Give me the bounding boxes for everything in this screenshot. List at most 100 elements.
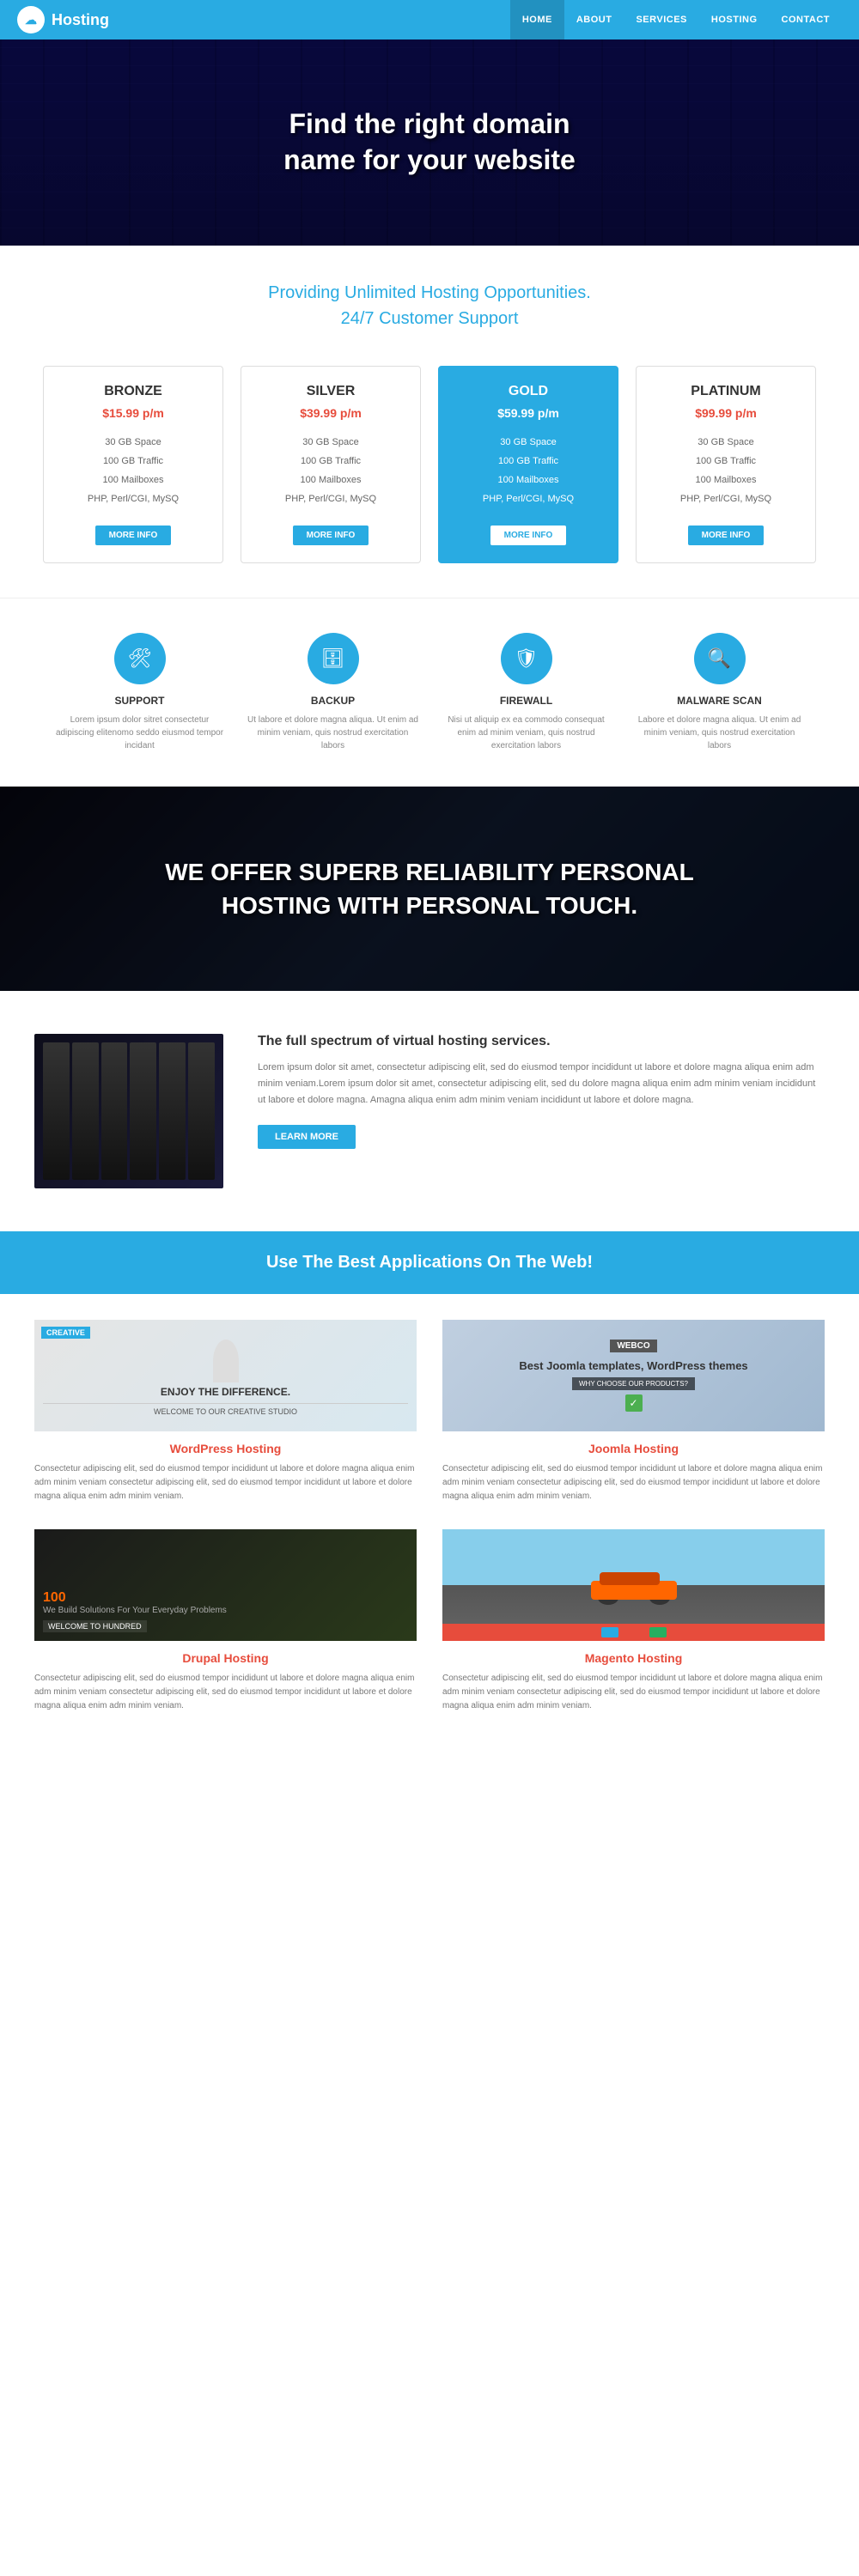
features-section: 🛠 SUPPORT Lorem ipsum dolor sitret conse… — [0, 598, 859, 787]
plan-name: SILVER — [254, 384, 407, 399]
checkmark-icon: ✓ — [625, 1394, 643, 1412]
app-magento: Magento Hosting Consectetur adipiscing e… — [442, 1529, 825, 1713]
app-wordpress: CREATIVE ENJOY THE DIFFERENCE. WELCOME T… — [34, 1320, 417, 1504]
plan-name: PLATINUM — [649, 384, 802, 399]
bar4 — [130, 1042, 156, 1180]
pricing-section: BRONZE $15.99 p/m 30 GB Space 100 GB Tra… — [0, 357, 859, 598]
drupal-thumbnail: 100 We Build Solutions For Your Everyday… — [34, 1529, 417, 1641]
hero-headline: Find the right domain name for your webs… — [283, 106, 576, 178]
feature-desc: Lorem ipsum dolor sitret consectetur adi… — [52, 714, 228, 752]
server-image — [34, 1034, 223, 1188]
plan-features: 30 GB Space 100 GB Traffic 100 Mailboxes… — [649, 433, 802, 508]
app-desc: Consectetur adipiscing elit, sed do eius… — [442, 1672, 825, 1713]
virtual-image — [34, 1034, 223, 1188]
pricing-platinum: PLATINUM $99.99 p/m 30 GB Space 100 GB T… — [636, 366, 816, 563]
feature-desc: Labore et dolore magna aliqua. Ut enim a… — [631, 714, 807, 752]
wordpress-thumbnail: CREATIVE ENJOY THE DIFFERENCE. WELCOME T… — [34, 1320, 417, 1431]
navbar: ☁ Hosting HOME ABOUT SERVICES HOSTING CO… — [0, 0, 859, 39]
plan-price: $15.99 p/m — [57, 406, 210, 420]
joomla-why-label: WHY CHOOSE OUR PRODUCTS? — [572, 1377, 695, 1390]
app-name: Drupal Hosting — [34, 1651, 417, 1665]
banner-text: WE OFFER SUPERB RELIABILITY PERSONAL HOS… — [34, 855, 825, 922]
feature-name: SUPPORT — [52, 695, 228, 707]
feature-malware: 🔍 MALWARE SCAN Labore et dolore magna al… — [631, 633, 807, 752]
nav-hosting[interactable]: HOSTING — [699, 0, 770, 39]
bar3 — [101, 1042, 128, 1180]
plan-features: 30 GB Space 100 GB Traffic 100 Mailboxes… — [254, 433, 407, 508]
enjoy-text: ENJOY THE DIFFERENCE. — [161, 1386, 290, 1398]
virtual-section: The full spectrum of virtual hosting ser… — [0, 991, 859, 1231]
drupal-welcome: WELCOME TO HUNDRED — [43, 1620, 147, 1632]
feature-name: FIREWALL — [438, 695, 614, 707]
magento-btn-1 — [601, 1627, 618, 1637]
app-desc: Consectetur adipiscing elit, sed do eius… — [34, 1672, 417, 1713]
joomla-thumb-title: Best Joomla templates, WordPress themes — [519, 1359, 747, 1372]
apps-grid: CREATIVE ENJOY THE DIFFERENCE. WELCOME T… — [0, 1294, 859, 1739]
webco-label: webco — [610, 1340, 656, 1352]
person-silhouette — [213, 1340, 239, 1382]
backup-icon: 🗄 — [308, 633, 359, 684]
magento-bar — [442, 1624, 825, 1641]
plan-price: $59.99 p/m — [452, 406, 605, 420]
creative-label: CREATIVE — [41, 1327, 90, 1339]
nav-links: HOME ABOUT SERVICES HOSTING CONTACT — [510, 0, 842, 39]
plan-features: 30 GB Space 100 GB Traffic 100 Mailboxes… — [57, 433, 210, 508]
app-name: WordPress Hosting — [34, 1442, 417, 1455]
apps-title: Use The Best Applications On The Web! — [17, 1253, 842, 1273]
pricing-silver: SILVER $39.99 p/m 30 GB Space 100 GB Tra… — [241, 366, 421, 563]
nav-about[interactable]: ABOUT — [564, 0, 624, 39]
magento-btn-3 — [649, 1627, 667, 1637]
nav-contact[interactable]: CONTACT — [770, 0, 842, 39]
banner-section: WE OFFER SUPERB RELIABILITY PERSONAL HOS… — [0, 787, 859, 991]
support-icon: 🛠 — [114, 633, 166, 684]
plan-cta-bronze[interactable]: MORE INFO — [95, 526, 172, 545]
plan-cta-gold[interactable]: MORE INFO — [490, 526, 567, 545]
app-desc: Consectetur adipiscing elit, sed do eius… — [442, 1462, 825, 1504]
drupal-thumbnail-inner: 100 We Build Solutions For Your Everyday… — [34, 1529, 417, 1641]
feature-backup: 🗄 BACKUP Ut labore et dolore magna aliqu… — [245, 633, 421, 752]
bar6 — [188, 1042, 215, 1180]
firewall-icon: 🛡 — [501, 633, 552, 684]
learn-more-button[interactable]: LEARN MORE — [258, 1125, 356, 1149]
plan-price: $39.99 p/m — [254, 406, 407, 420]
hero-text: Find the right domain name for your webs… — [283, 106, 576, 178]
app-desc: Consectetur adipiscing elit, sed do eius… — [34, 1462, 417, 1504]
plan-name: GOLD — [452, 384, 605, 399]
app-name: Joomla Hosting — [442, 1442, 825, 1455]
magento-thumbnail-inner — [442, 1529, 825, 1641]
brand: ☁ Hosting — [17, 6, 510, 33]
app-joomla: webco Best Joomla templates, WordPress t… — [442, 1320, 825, 1504]
app-drupal: 100 We Build Solutions For Your Everyday… — [34, 1529, 417, 1713]
hundred-logo: 100 — [43, 1590, 66, 1606]
bar2 — [72, 1042, 99, 1180]
bar5 — [159, 1042, 186, 1180]
virtual-title: The full spectrum of virtual hosting ser… — [258, 1034, 825, 1049]
pricing-gold: GOLD $59.99 p/m 30 GB Space 100 GB Traff… — [438, 366, 618, 563]
logo-icon: ☁ — [17, 6, 45, 33]
feature-desc: Ut labore et dolore magna aliqua. Ut eni… — [245, 714, 421, 752]
plan-price: $99.99 p/m — [649, 406, 802, 420]
joomla-thumbnail-inner: webco Best Joomla templates, WordPress t… — [442, 1320, 825, 1431]
pricing-bronze: BRONZE $15.99 p/m 30 GB Space 100 GB Tra… — [43, 366, 223, 563]
tagline-text: Providing Unlimited Hosting Opportunitie… — [17, 280, 842, 331]
feature-name: MALWARE SCAN — [631, 695, 807, 707]
plan-features: 30 GB Space 100 GB Traffic 100 Mailboxes… — [452, 433, 605, 508]
nav-services[interactable]: SERVICES — [624, 0, 698, 39]
magento-btn-2 — [625, 1627, 643, 1637]
nav-home[interactable]: HOME — [510, 0, 564, 39]
bar1 — [43, 1042, 70, 1180]
plan-cta-silver[interactable]: MORE INFO — [293, 526, 369, 545]
plan-name: BRONZE — [57, 384, 210, 399]
virtual-body: Lorem ipsum dolor sit amet, consectetur … — [258, 1060, 825, 1108]
welcome-text: WELCOME TO OUR CREATIVE STUDIO — [43, 1403, 408, 1416]
tagline-section: Providing Unlimited Hosting Opportunitie… — [0, 246, 859, 357]
joomla-thumbnail: webco Best Joomla templates, WordPress t… — [442, 1320, 825, 1431]
wp-thumbnail-inner: CREATIVE ENJOY THE DIFFERENCE. WELCOME T… — [34, 1320, 417, 1431]
magento-thumbnail — [442, 1529, 825, 1641]
app-name: Magento Hosting — [442, 1651, 825, 1665]
brand-name: Hosting — [52, 11, 109, 29]
hero-section: Find the right domain name for your webs… — [0, 39, 859, 246]
feature-firewall: 🛡 FIREWALL Nisi ut aliquip ex ea commodo… — [438, 633, 614, 752]
footer-spacer — [0, 1739, 859, 1773]
plan-cta-platinum[interactable]: MORE INFO — [688, 526, 765, 545]
